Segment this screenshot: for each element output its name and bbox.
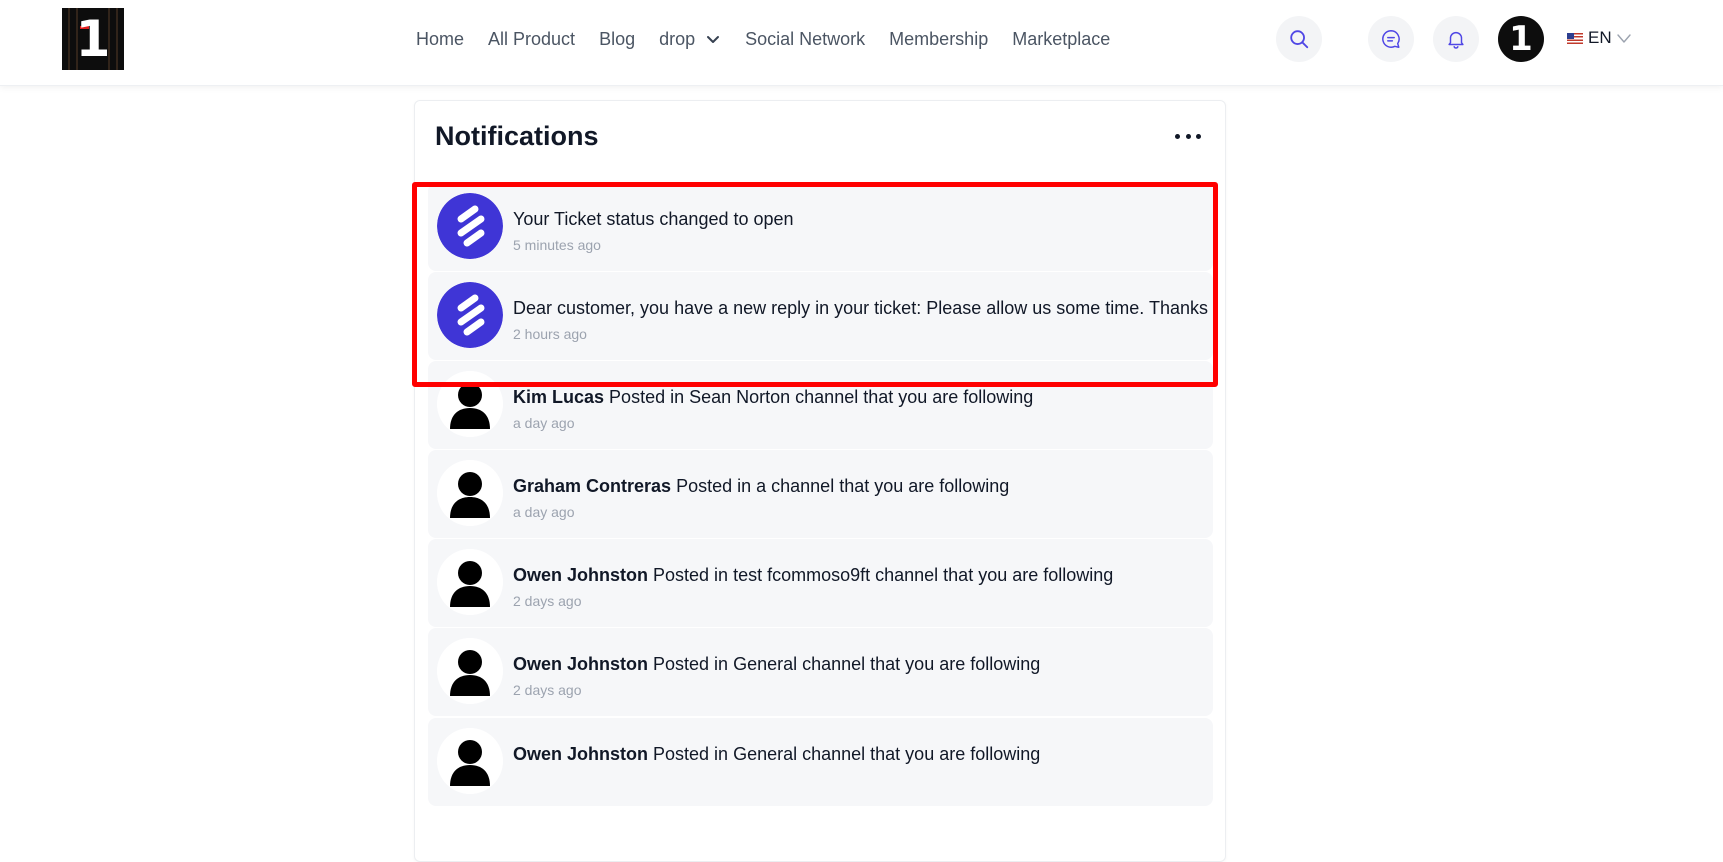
page-title: Notifications bbox=[435, 121, 599, 151]
notification-text: Owen Johnston Posted in test fcommoso9ft… bbox=[513, 565, 1113, 586]
logo-text: 1 bbox=[75, 10, 111, 68]
nav-label: Blog bbox=[599, 28, 636, 49]
chevron-down-icon bbox=[1616, 34, 1631, 43]
nav-label: Home bbox=[416, 28, 465, 49]
notification-item[interactable]: Kim Lucas Posted in Sean Norton channel … bbox=[428, 361, 1213, 449]
notification-actor[interactable]: Kim Lucas bbox=[513, 387, 604, 407]
user-icon bbox=[437, 460, 503, 526]
nav-marketplace[interactable]: Marketplace bbox=[1012, 29, 1110, 50]
notification-time: 2 days ago bbox=[513, 593, 582, 609]
language-label: EN bbox=[1588, 28, 1612, 47]
nav-home[interactable]: Home bbox=[416, 29, 464, 50]
notifications-button[interactable] bbox=[1433, 16, 1479, 62]
nav-label: All Product bbox=[488, 28, 576, 49]
notification-message: Posted in Sean Norton channel that you a… bbox=[609, 387, 1034, 407]
language-selector[interactable]: EN bbox=[1567, 28, 1632, 48]
main-nav: Home All Product Blog drop Social Networ… bbox=[416, 26, 1134, 52]
nav-label: Social Network bbox=[745, 28, 866, 49]
nav-label: drop bbox=[659, 28, 696, 49]
nav-blog[interactable]: Blog bbox=[599, 29, 635, 50]
notification-actor[interactable]: Graham Contreras bbox=[513, 476, 671, 496]
notification-actor[interactable]: Owen Johnston bbox=[513, 744, 648, 764]
notification-item[interactable]: Owen Johnston Posted in test fcommoso9ft… bbox=[428, 539, 1213, 627]
user-icon bbox=[437, 728, 503, 794]
notification-item[interactable]: Owen Johnston Posted in General channel … bbox=[428, 628, 1213, 716]
user-icon bbox=[437, 549, 503, 615]
notification-message: Posted in General channel that you are f… bbox=[653, 744, 1041, 764]
nav-drop[interactable]: drop bbox=[659, 29, 721, 50]
site-logo[interactable]: 1 bbox=[62, 8, 124, 70]
us-flag-icon bbox=[1567, 32, 1583, 44]
notification-message: Posted in a channel that you are followi… bbox=[676, 476, 1010, 496]
nav-label: Marketplace bbox=[1012, 28, 1111, 49]
chevron-down-icon bbox=[707, 36, 720, 43]
notification-text: Dear customer, you have a new reply in y… bbox=[513, 298, 1208, 319]
brand-logo-icon bbox=[437, 193, 503, 259]
more-options-icon[interactable] bbox=[1175, 129, 1201, 143]
notification-time: a day ago bbox=[513, 415, 575, 431]
search-button[interactable] bbox=[1276, 16, 1322, 62]
notification-text: Your Ticket status changed to open bbox=[513, 209, 794, 230]
user-avatar[interactable]: 1 bbox=[1498, 16, 1544, 62]
notification-item[interactable]: Graham Contreras Posted in a channel tha… bbox=[428, 450, 1213, 538]
notification-item[interactable]: Your Ticket status changed to open 5 minu… bbox=[428, 183, 1213, 271]
avatar-text: 1 bbox=[1509, 19, 1533, 59]
notification-actor[interactable]: Owen Johnston bbox=[513, 654, 648, 674]
nav-all-product[interactable]: All Product bbox=[488, 29, 575, 50]
nav-membership[interactable]: Membership bbox=[889, 29, 988, 50]
notification-item[interactable]: Owen Johnston Posted in General channel … bbox=[428, 718, 1213, 806]
notification-text: Kim Lucas Posted in Sean Norton channel … bbox=[513, 387, 1033, 408]
notification-time: 2 hours ago bbox=[513, 326, 587, 342]
messages-button[interactable] bbox=[1368, 16, 1414, 62]
bell-icon bbox=[1448, 31, 1464, 49]
notification-message: Your Ticket status changed to open bbox=[513, 209, 794, 229]
brand-logo-icon bbox=[437, 282, 503, 348]
notification-actor[interactable]: Owen Johnston bbox=[513, 565, 648, 585]
user-icon bbox=[437, 371, 503, 437]
notification-text: Graham Contreras Posted in a channel tha… bbox=[513, 476, 1009, 497]
notifications-card: Notifications Your Ticket status changed… bbox=[414, 100, 1226, 862]
nav-social-network[interactable]: Social Network bbox=[745, 29, 865, 50]
top-header: 1 Home All Product Blog drop Social Netw… bbox=[0, 0, 1723, 86]
notification-time: 2 days ago bbox=[513, 682, 582, 698]
notification-message: Posted in General channel that you are f… bbox=[653, 654, 1041, 674]
notification-time: 5 minutes ago bbox=[513, 237, 601, 253]
notification-text: Owen Johnston Posted in General channel … bbox=[513, 744, 1040, 765]
nav-label: Membership bbox=[889, 28, 989, 49]
chat-icon bbox=[1382, 30, 1400, 48]
notification-time: a day ago bbox=[513, 504, 575, 520]
notification-text: Owen Johnston Posted in General channel … bbox=[513, 654, 1040, 675]
notification-message: Dear customer, you have a new reply in y… bbox=[513, 298, 1208, 318]
notification-message: Posted in test fcommoso9ft channel that … bbox=[653, 565, 1114, 585]
user-icon bbox=[437, 638, 503, 704]
search-icon bbox=[1290, 30, 1309, 49]
notification-item[interactable]: Dear customer, you have a new reply in y… bbox=[428, 272, 1213, 360]
